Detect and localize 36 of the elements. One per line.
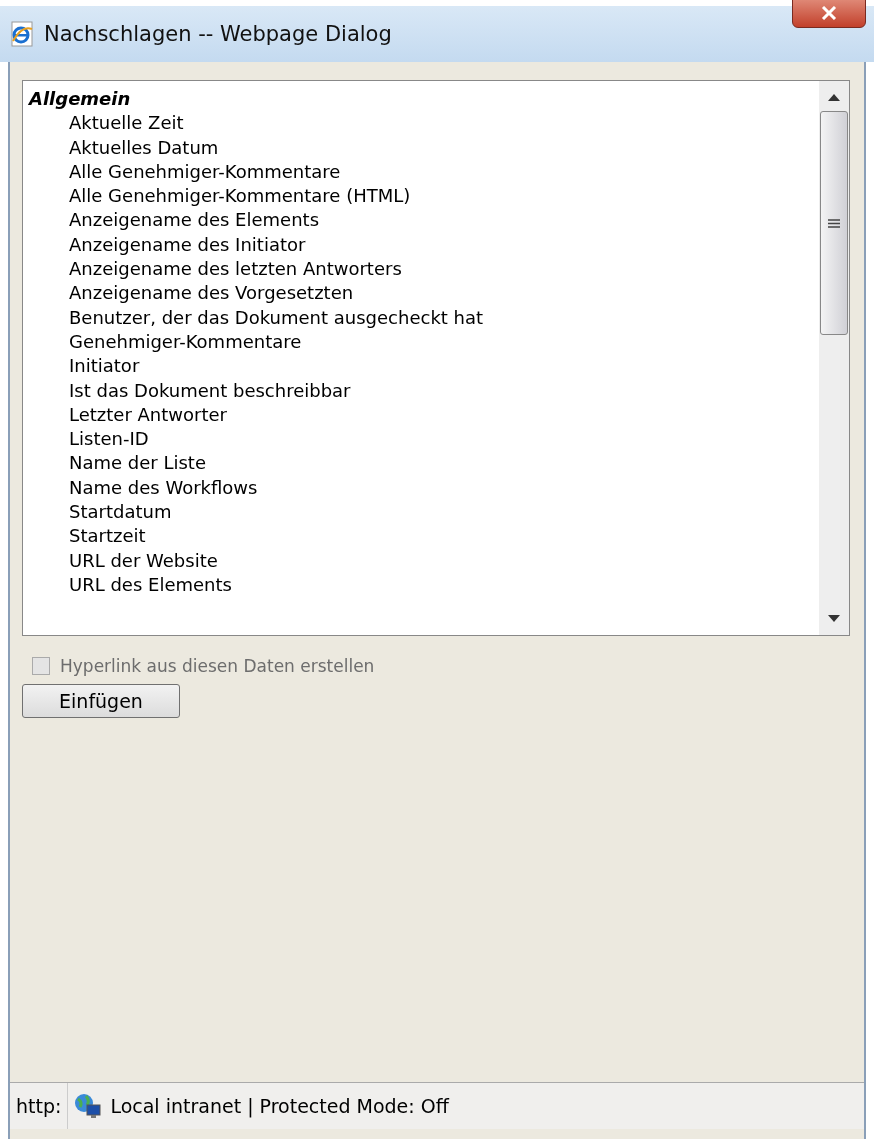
list-item[interactable]: Startdatum [29, 500, 813, 525]
list-item[interactable]: Benutzer, der das Dokument ausgecheckt hat [29, 305, 813, 330]
list-item[interactable]: Initiator [29, 354, 813, 379]
scrollbar[interactable] [819, 81, 849, 635]
zone-text: Local intranet | Protected Mode: Off [110, 1095, 449, 1117]
checkbox-label: Hyperlink aus diesen Daten erstellen [60, 656, 375, 676]
list-item[interactable]: Anzeigename des Vorgesetzten [29, 281, 813, 306]
close-icon [821, 6, 837, 20]
list-item[interactable]: Anzeigename des Initiator [29, 232, 813, 258]
list-item[interactable]: Letzter Antworter [29, 402, 813, 428]
list-item[interactable]: Ist das Dokument beschreibbar [29, 378, 813, 403]
scroll-thumb[interactable] [820, 111, 848, 335]
window-title: Nachschlagen -- Webpage Dialog [44, 22, 392, 46]
list-item[interactable]: Alle Genehmiger-Kommentare (HTML) [29, 184, 813, 209]
list-item[interactable]: Aktuelles Datum [29, 135, 813, 160]
list-item[interactable]: Alle Genehmiger-Kommentare [29, 159, 813, 185]
insert-button[interactable]: Einfügen [22, 684, 180, 718]
protocol-text: http: [10, 1083, 69, 1129]
browser-logo-icon [10, 21, 34, 47]
close-button[interactable] [792, 0, 866, 28]
group-heading: Allgemein [29, 87, 132, 111]
scroll-up-icon [828, 93, 840, 101]
list-item[interactable]: URL des Elements [29, 572, 813, 598]
scroll-down-icon [828, 615, 840, 623]
globe-computer-icon [74, 1093, 103, 1119]
field-list[interactable] [22, 80, 850, 636]
grip-icon [828, 218, 840, 228]
list-item[interactable]: Startzeit [29, 524, 813, 549]
list-item[interactable]: Genehmiger-Kommentare [29, 329, 813, 355]
list-item[interactable]: Name des Workflows [29, 475, 813, 501]
list-item[interactable]: Anzeigename des letzten Antworters [29, 257, 813, 282]
list-item[interactable]: URL der Website [29, 548, 813, 573]
list-item[interactable]: Name der Liste [29, 451, 813, 476]
list-item[interactable]: Anzeigename des Elements [29, 208, 813, 233]
list-item[interactable]: Aktuelle Zeit [29, 111, 813, 136]
list-item[interactable]: Listen-ID [29, 427, 813, 452]
